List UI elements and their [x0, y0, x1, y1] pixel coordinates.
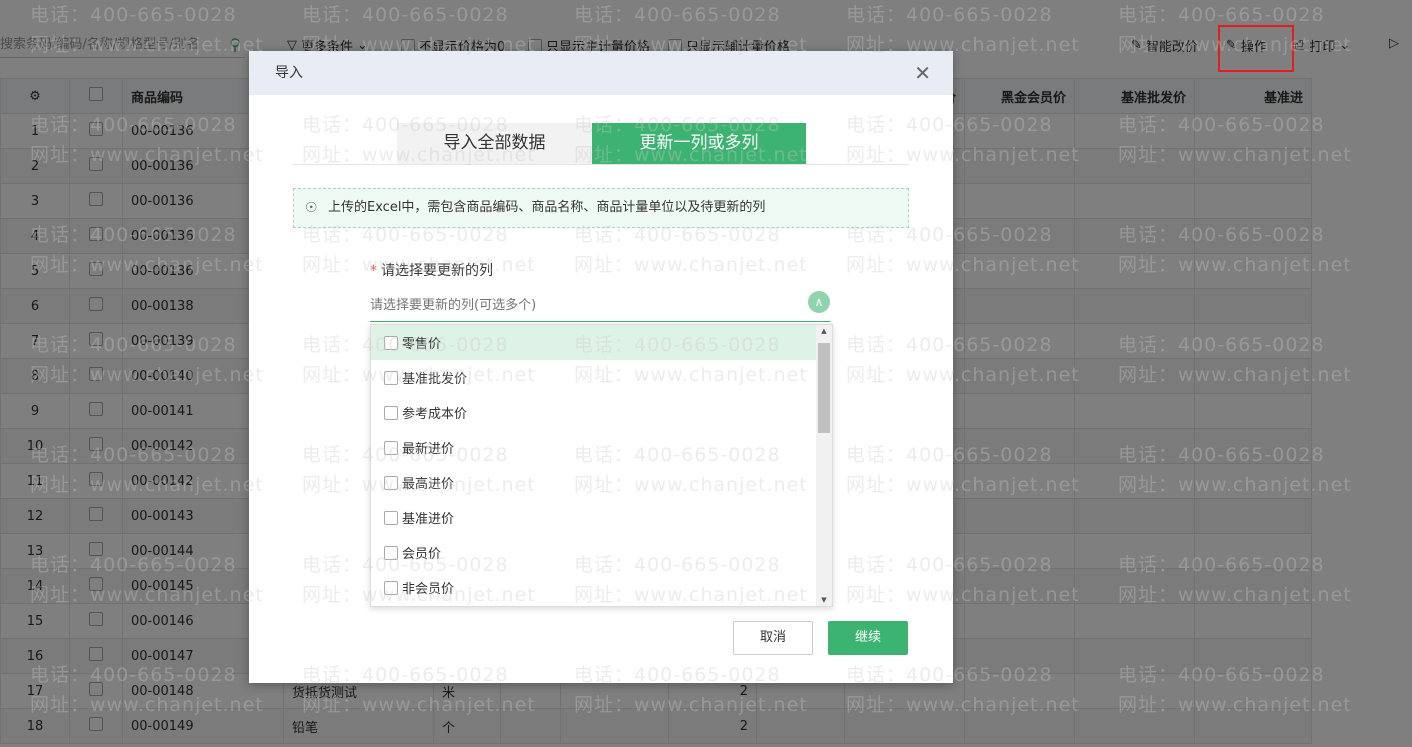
option-item[interactable]: 参考成本价 [371, 395, 832, 430]
option-item[interactable]: 最新进价 [371, 430, 832, 465]
cancel-button[interactable]: 取消 [733, 621, 813, 655]
option-checkbox[interactable] [384, 370, 398, 385]
continue-button[interactable]: 继续 [828, 621, 908, 655]
option-label: 零售价 [402, 337, 442, 352]
chevron-up-icon[interactable]: ∧ [808, 291, 830, 313]
option-checkbox[interactable] [384, 475, 398, 490]
tab-import-all[interactable]: 导入全部数据 [397, 123, 592, 164]
columns-select-input[interactable] [370, 290, 830, 322]
import-tabs: 导入全部数据 更新一列或多列 [397, 123, 806, 164]
option-checkbox[interactable] [384, 580, 398, 595]
option-checkbox[interactable] [384, 510, 398, 525]
option-label: 非会员价 [402, 582, 455, 597]
field-label-text: 请选择要更新的列 [381, 263, 493, 279]
tab-update-columns[interactable]: 更新一列或多列 [592, 123, 806, 164]
option-item[interactable]: 最高进价 [371, 465, 832, 500]
option-item[interactable]: 非会员价 [371, 570, 832, 605]
option-checkbox[interactable] [384, 405, 398, 420]
dialog-title: 导入 [275, 65, 303, 81]
option-label: 基准批发价 [402, 372, 468, 387]
option-label: 会员价 [402, 547, 442, 562]
scroll-down-icon[interactable]: ▼ [816, 596, 832, 604]
option-item[interactable]: 零售价 [371, 325, 832, 360]
scrollbar[interactable]: ▲ ▼ [816, 325, 832, 606]
option-checkbox[interactable] [384, 545, 398, 560]
option-label: 最新进价 [402, 442, 455, 457]
option-label: 参考成本价 [402, 407, 468, 422]
scrollbar-thumb[interactable] [818, 343, 830, 433]
scroll-up-icon[interactable]: ▲ [816, 327, 832, 335]
columns-dropdown: 零售价 基准批发价 参考成本价 最新进价 最高进价 基准进价 会员价 非会员价 ▲ ▼ [370, 324, 833, 607]
close-icon[interactable]: ✕ [914, 51, 931, 95]
info-text: 上传的Excel中，需包含商品编码、商品名称、商品计量单位以及待更新的列 [328, 200, 766, 215]
option-label: 最高进价 [402, 477, 455, 492]
option-checkbox[interactable] [384, 440, 398, 455]
option-label: 基准进价 [402, 512, 455, 527]
option-item[interactable]: 基准进价 [371, 500, 832, 535]
lightbulb-icon: ☉ [305, 200, 318, 216]
highlight-box [1218, 25, 1294, 72]
option-item[interactable]: 会员价 [371, 535, 832, 570]
info-banner: ☉ 上传的Excel中，需包含商品编码、商品名称、商品计量单位以及待更新的列 [293, 188, 909, 228]
import-dialog: 导入 ✕ 导入全部数据 更新一列或多列 ☉ 上传的Excel中，需包含商品编码、商品… [249, 51, 953, 683]
field-label: * 请选择要更新的列 [370, 263, 493, 279]
option-item[interactable]: 基准批发价 [371, 360, 832, 395]
option-checkbox[interactable] [384, 335, 398, 350]
dialog-header: 导入 ✕ [249, 51, 953, 95]
divider [293, 164, 909, 165]
